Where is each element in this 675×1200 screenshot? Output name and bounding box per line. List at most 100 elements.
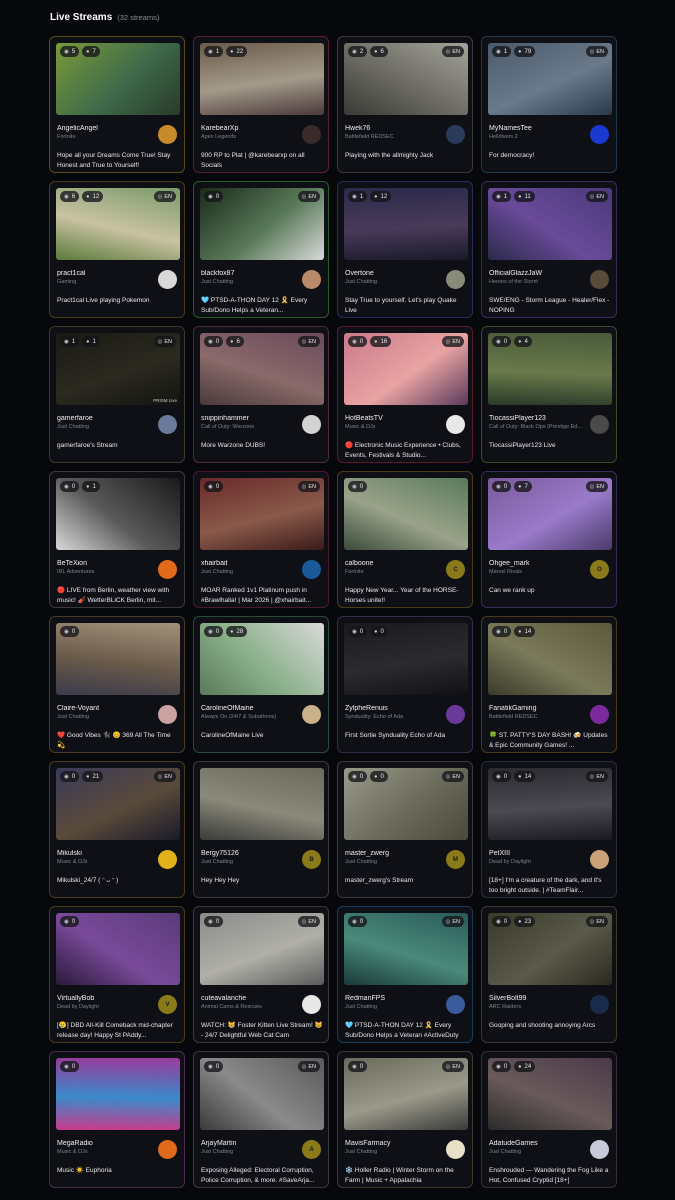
stream-thumbnail[interactable]: ◉ 0: [56, 623, 180, 695]
stream-card[interactable]: ◉ 1 ● 79 ◎ EN MyNamesTee Helldivers 2 For democr…: [481, 36, 617, 173]
streamer-name[interactable]: blackfox87: [201, 270, 301, 277]
streamer-name[interactable]: gamerfaroe: [57, 415, 157, 422]
game-category[interactable]: Just Chatting: [201, 279, 301, 285]
avatar[interactable]: [302, 995, 321, 1014]
streamer-name[interactable]: AdatudeGames: [489, 1140, 589, 1147]
avatar[interactable]: C: [446, 560, 465, 579]
stream-card[interactable]: ◉ 0 ◎ EN xhairbait Just Chatting MOAR Ranked 1…: [193, 471, 329, 608]
stream-card[interactable]: ◉ 0 ◎ EN blackfox87 Just Chatting 🩵 PTSD-A-THO…: [193, 181, 329, 318]
avatar[interactable]: [158, 415, 177, 434]
game-category[interactable]: Call of Duty: Black Ops (Prestige Ed...: [489, 424, 589, 430]
avatar[interactable]: M: [446, 850, 465, 869]
stream-thumbnail[interactable]: ◉ 0 ◎ EN: [200, 1058, 324, 1130]
stream-card[interactable]: ◉ 0 ● 16 ◎ EN HotBeatsTV Music & DJs 🔴 Electroni…: [337, 326, 473, 463]
game-category[interactable]: Music & DJs: [57, 859, 157, 865]
stream-card[interactable]: ◉ 2 ● 6 ◎ EN Hwek76 Battlefield REDSEC Playing w…: [337, 36, 473, 173]
stream-thumbnail[interactable]: ◉ 2 ● 6 ◎ EN: [344, 43, 468, 115]
streamer-name[interactable]: Overtone: [345, 270, 445, 277]
game-category[interactable]: Just Chatting: [489, 1149, 589, 1155]
streamer-name[interactable]: Claire-Voyant: [57, 705, 157, 712]
game-category[interactable]: Just Chatting: [345, 859, 445, 865]
stream-thumbnail[interactable]: ◉ 6 ● 12 ◎ EN: [56, 188, 180, 260]
avatar[interactable]: [590, 415, 609, 434]
stream-card[interactable]: Bergy75126 Just Chatting B Hey Hey Hey: [193, 761, 329, 898]
game-category[interactable]: Heroes of the Storm: [489, 279, 589, 285]
game-category[interactable]: Just Chatting: [345, 279, 445, 285]
game-category[interactable]: Just Chatting: [57, 714, 157, 720]
stream-card[interactable]: ◉ 0 ● 0 ZylpheRenuis Synduality: Echo of Ada F…: [337, 616, 473, 753]
game-category[interactable]: Apex Legends: [201, 134, 301, 140]
avatar[interactable]: B: [302, 850, 321, 869]
stream-thumbnail[interactable]: ◉ 0 ◎ EN: [200, 913, 324, 985]
avatar[interactable]: [590, 1140, 609, 1159]
stream-card[interactable]: ◉ 0 ◎ EN ArjayMartin Just Chatting A Exposing A…: [193, 1051, 329, 1188]
game-category[interactable]: Just Chatting: [201, 1149, 301, 1155]
game-category[interactable]: Call of Duty: Warzone: [201, 424, 301, 430]
game-category[interactable]: Battlefield REDSEC: [489, 714, 589, 720]
stream-thumbnail[interactable]: ◉ 0 ● 16 ◎ EN: [344, 333, 468, 405]
stream-card[interactable]: ◉ 1 ● 12 Overtone Just Chatting Stay True to y…: [337, 181, 473, 318]
avatar[interactable]: [302, 560, 321, 579]
stream-card[interactable]: ◉ 0 MegaRadio Music & DJs Music ☀️ Euphoria: [49, 1051, 185, 1188]
game-category[interactable]: Animal Cams & Rescues: [201, 1004, 301, 1010]
stream-thumbnail[interactable]: ◉ 0 ● 0 ◎ EN: [344, 768, 468, 840]
game-category[interactable]: ARC Raiders: [489, 1004, 589, 1010]
avatar[interactable]: [302, 415, 321, 434]
streamer-name[interactable]: RedmanFPS: [345, 995, 445, 1002]
avatar[interactable]: [158, 125, 177, 144]
game-category[interactable]: Dead by Daylight: [489, 859, 589, 865]
streamer-name[interactable]: ArjayMartin: [201, 1140, 301, 1147]
avatar[interactable]: [158, 850, 177, 869]
avatar[interactable]: A: [302, 1140, 321, 1159]
stream-thumbnail[interactable]: ◉ 0 ◎ EN: [200, 478, 324, 550]
stream-thumbnail[interactable]: ◉ 1 ● 1 ◎ EN PRISM Live: [56, 333, 180, 405]
game-category[interactable]: Always On (24/7 & Subathons): [201, 714, 301, 720]
streamer-name[interactable]: Mikulski: [57, 850, 157, 857]
game-category[interactable]: IRL Adventures: [57, 569, 157, 575]
game-category[interactable]: Helldivers 2: [489, 134, 589, 140]
stream-thumbnail[interactable]: ◉ 1 ● 11 ◎ EN: [488, 188, 612, 260]
stream-thumbnail[interactable]: ◉ 0 ● 23 ◎ EN: [488, 913, 612, 985]
stream-thumbnail[interactable]: ◉ 5 ● 7: [56, 43, 180, 115]
streamer-name[interactable]: Bergy75126: [201, 850, 301, 857]
streamer-name[interactable]: MegaRadio: [57, 1140, 157, 1147]
avatar[interactable]: O: [590, 560, 609, 579]
streamer-name[interactable]: FanatikGaming: [489, 705, 589, 712]
stream-thumbnail[interactable]: ◉ 0 ◎ EN: [200, 188, 324, 260]
stream-card[interactable]: ◉ 0 ● 23 ◎ EN SilverBolt99 ARC Raiders Gooping a…: [481, 906, 617, 1043]
stream-thumbnail[interactable]: ◉ 0 ● 24: [488, 1058, 612, 1130]
stream-thumbnail[interactable]: ◉ 0 ◎ EN: [344, 1058, 468, 1130]
game-category[interactable]: Fortnite: [345, 569, 445, 575]
avatar[interactable]: [446, 415, 465, 434]
avatar[interactable]: [158, 560, 177, 579]
stream-thumbnail[interactable]: ◉ 1 ● 79 ◎ EN: [488, 43, 612, 115]
stream-thumbnail[interactable]: ◉ 0: [344, 478, 468, 550]
avatar[interactable]: [158, 270, 177, 289]
stream-card[interactable]: ◉ 1 ● 11 ◎ EN OfficialGlazzJaW Heroes of the St…: [481, 181, 617, 318]
avatar[interactable]: [446, 270, 465, 289]
stream-card[interactable]: ◉ 0 ● 0 ◎ EN master_zwerg Just Chatting Mmaster_…: [337, 761, 473, 898]
game-category[interactable]: Marvel Rivals: [489, 569, 589, 575]
stream-card[interactable]: ◉ 0 ● 6 ◎ EN snippinhammer Call of Duty: Warzon…: [193, 326, 329, 463]
stream-thumbnail[interactable]: ◉ 0 ● 6 ◎ EN: [200, 333, 324, 405]
stream-card[interactable]: ◉ 1 ● 1 ◎ EN PRISM Live gamerfaroe Just Chatting…: [49, 326, 185, 463]
streamer-name[interactable]: MavisFarmacy: [345, 1140, 445, 1147]
streamer-name[interactable]: SilverBolt99: [489, 995, 589, 1002]
streamer-name[interactable]: Hwek76: [345, 125, 445, 132]
stream-thumbnail[interactable]: [200, 768, 324, 840]
stream-card[interactable]: ◉ 0 ● 4 TiocassiPlayer123 Call of Duty: Black…: [481, 326, 617, 463]
streamer-name[interactable]: calboone: [345, 560, 445, 567]
streamer-name[interactable]: CarolineOfMaine: [201, 705, 301, 712]
avatar[interactable]: [158, 1140, 177, 1159]
stream-card[interactable]: ◉ 0 ● 14 FanatikGaming Battlefield REDSEC 🍀 ST…: [481, 616, 617, 753]
streamer-name[interactable]: PetXIII: [489, 850, 589, 857]
streamer-name[interactable]: cuteavalanche: [201, 995, 301, 1002]
game-category[interactable]: Battlefield REDSEC: [345, 134, 445, 140]
stream-card[interactable]: ◉ 0 ● 7 ◎ EN Ohgee_mark Marvel Rivals O Can we ra…: [481, 471, 617, 608]
streamer-name[interactable]: KarebearXp: [201, 125, 301, 132]
game-category[interactable]: Music & DJs: [57, 1149, 157, 1155]
game-category[interactable]: Fortnite: [57, 134, 157, 140]
stream-thumbnail[interactable]: ◉ 0 ● 7 ◎ EN: [488, 478, 612, 550]
stream-card[interactable]: ◉ 5 ● 7 AngelicAngel Fortnite Hope all your Dr…: [49, 36, 185, 173]
streamer-name[interactable]: ZylpheRenuis: [345, 705, 445, 712]
